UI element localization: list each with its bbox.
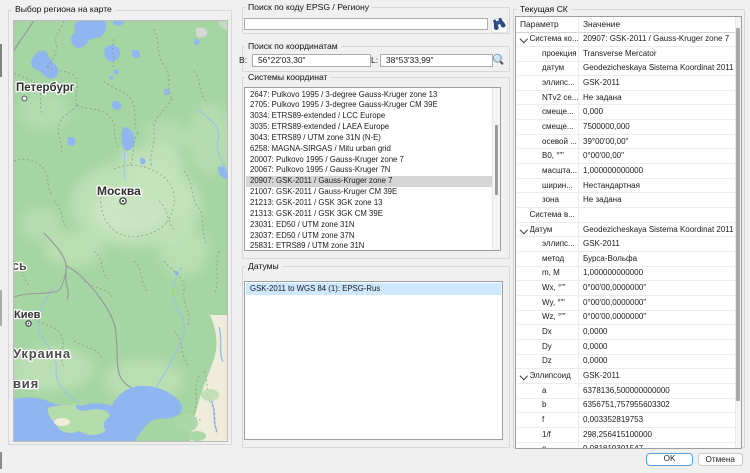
svg-text:вия: вия	[14, 376, 39, 391]
svg-text:сь: сь	[14, 259, 27, 273]
svg-text:Петербург: Петербург	[16, 82, 75, 94]
svg-text:Москва: Москва	[97, 184, 141, 198]
svg-text:Киев: Киев	[14, 309, 41, 321]
svg-text:Украина: Украина	[14, 346, 71, 361]
